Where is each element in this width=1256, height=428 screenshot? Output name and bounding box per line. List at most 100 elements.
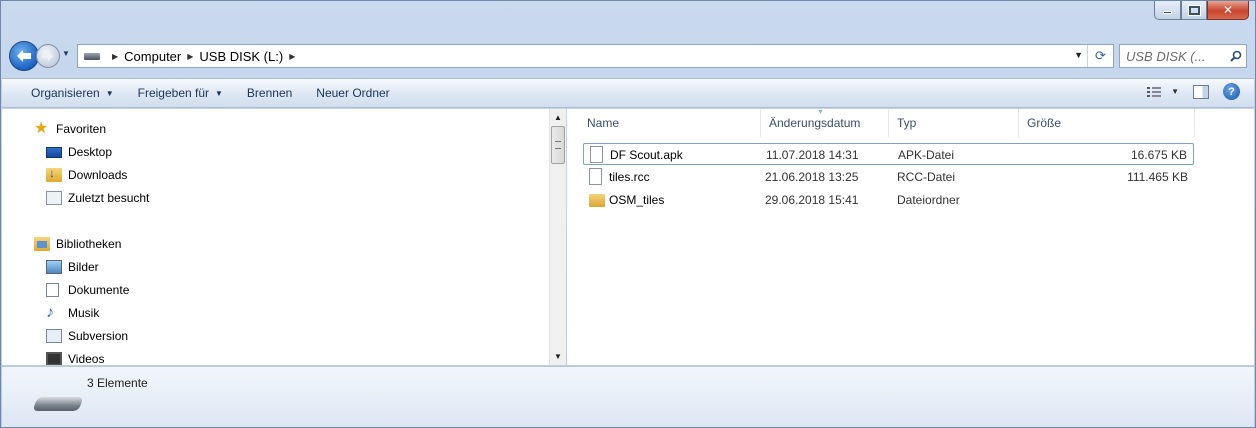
nav-item-pictures[interactable]: Bilder — [46, 260, 99, 274]
file-size: 16.675 KB — [1130, 148, 1187, 162]
documents-library-icon — [46, 283, 59, 297]
close-icon: ✕ — [1222, 3, 1234, 17]
nav-item-label: Videos — [68, 352, 105, 365]
nav-item-documents[interactable]: Dokumente — [46, 283, 129, 297]
search-input[interactable]: USB DISK (... — [1119, 44, 1247, 68]
file-name: DF Scout.apk — [610, 148, 683, 162]
share-with-button[interactable]: Freigeben für ▼ — [126, 86, 235, 100]
nav-item-videos[interactable]: Videos — [46, 352, 104, 365]
navigation-pane: ★ Favoriten Desktop Downloads Zuletzt be… — [2, 109, 566, 365]
folder-icon — [589, 194, 605, 207]
file-list-pane: Name ▼ Änderungsdatum Typ Größe DF Scout… — [567, 109, 1254, 365]
column-header-label: Typ — [897, 116, 917, 130]
search-placeholder: USB DISK (... — [1126, 48, 1206, 64]
file-row[interactable]: DF Scout.apk 11.07.2018 14:31 APK-Datei … — [583, 143, 1194, 165]
nav-item-subversion[interactable]: Subversion — [46, 329, 128, 343]
file-row[interactable]: OSM_tiles 29.06.2018 15:41 Dateiordner — [583, 189, 1194, 211]
organize-label: Organisieren — [31, 86, 100, 100]
search-icon[interactable] — [1226, 50, 1246, 62]
file-icon — [589, 168, 602, 185]
minimize-button[interactable] — [1154, 1, 1181, 20]
pictures-library-icon — [46, 260, 62, 274]
view-details-icon — [1147, 86, 1162, 97]
column-header-label: Änderungsdatum — [769, 116, 861, 130]
nav-libraries[interactable]: Bibliotheken — [34, 237, 121, 251]
burn-button[interactable]: Brennen — [235, 86, 304, 100]
column-header-name[interactable]: Name — [579, 109, 761, 137]
column-header-type[interactable]: Typ — [889, 109, 1019, 137]
file-date: 21.06.2018 13:25 — [765, 170, 859, 184]
burn-label: Brennen — [246, 86, 293, 100]
nav-item-desktop[interactable]: Desktop — [46, 145, 112, 159]
preview-pane-button[interactable] — [1193, 84, 1209, 99]
breadcrumb-computer[interactable]: Computer — [124, 49, 181, 64]
column-header-size[interactable]: Größe — [1019, 109, 1195, 137]
star-icon: ★ — [34, 120, 49, 137]
nav-item-label: Musik — [68, 306, 100, 320]
navigation-pane-scrollbar[interactable]: ▲ ▼ — [549, 109, 566, 365]
nav-item-label: Downloads — [68, 168, 128, 182]
maximize-button[interactable] — [1181, 1, 1207, 20]
nav-item-music[interactable]: ♪ Musik — [46, 304, 100, 321]
item-count: 3 Elemente — [87, 376, 148, 390]
sort-indicator-icon: ▼ — [817, 109, 824, 116]
drive-icon — [84, 52, 100, 60]
maximize-icon — [1187, 4, 1201, 16]
caption-buttons: ✕ — [1154, 1, 1249, 20]
nav-item-downloads[interactable]: Downloads — [46, 166, 128, 182]
close-button[interactable]: ✕ — [1207, 1, 1249, 20]
forward-button[interactable] — [36, 44, 60, 68]
address-history-dropdown[interactable]: ▼ — [1074, 50, 1083, 60]
details-pane: 3 Elemente — [2, 366, 1254, 427]
command-bar: Organisieren ▼ Freigeben für ▼ Brennen Neu… — [2, 78, 1254, 108]
toolbar-right-group: ▼ ? — [1147, 83, 1240, 100]
column-header-date-modified[interactable]: ▼ Änderungsdatum — [761, 109, 889, 137]
chevron-down-icon: ▼ — [105, 88, 114, 98]
file-icon — [590, 146, 603, 163]
nav-item-recent-places[interactable]: Zuletzt besucht — [46, 191, 149, 205]
file-size: 111.465 KB — [1127, 170, 1188, 184]
new-folder-button[interactable]: Neuer Ordner — [304, 86, 401, 100]
downloads-folder-icon — [46, 166, 62, 182]
file-type: RCC-Datei — [897, 170, 956, 184]
breadcrumb-usb-disk[interactable]: USB DISK (L:) — [199, 49, 283, 64]
scroll-up-icon[interactable]: ▲ — [550, 109, 566, 126]
column-header-label: Name — [587, 116, 620, 130]
chevron-down-icon: ▼ — [1171, 87, 1179, 96]
share-with-label: Freigeben für — [137, 86, 209, 100]
change-view-button[interactable]: ▼ — [1147, 86, 1179, 98]
file-name: tiles.rcc — [609, 170, 650, 184]
breadcrumb-separator-icon[interactable]: ▶ — [187, 52, 193, 61]
nav-item-label: Dokumente — [68, 283, 130, 297]
column-header-label: Größe — [1027, 116, 1062, 130]
file-row[interactable]: tiles.rcc 21.06.2018 13:25 RCC-Datei 111… — [583, 166, 1194, 188]
nav-item-label: Bilder — [68, 260, 99, 274]
scroll-down-icon[interactable]: ▼ — [550, 348, 566, 365]
file-type: Dateiordner — [897, 193, 960, 207]
nav-favorites[interactable]: ★ Favoriten — [34, 120, 106, 137]
refresh-button[interactable]: ⟳ — [1087, 45, 1113, 67]
nav-item-label: Zuletzt besucht — [68, 191, 150, 205]
breadcrumb-separator-icon[interactable]: ▶ — [289, 52, 295, 61]
recent-pages-dropdown[interactable]: ▼ — [62, 49, 70, 58]
music-library-icon: ♪ — [46, 304, 54, 321]
explorer-window: ✕ ▼ ▶ Computer ▶ USB DISK (L:) ▶ ▼ ⟳ USB… — [0, 0, 1256, 428]
address-bar[interactable]: ▶ Computer ▶ USB DISK (L:) ▶ ▼ ⟳ — [77, 44, 1114, 68]
nav-item-label: Desktop — [68, 145, 113, 159]
breadcrumb-separator-icon[interactable]: ▶ — [112, 52, 118, 61]
arrow-right-icon — [42, 51, 53, 61]
videos-library-icon — [46, 352, 62, 365]
back-button[interactable] — [9, 41, 39, 71]
help-icon[interactable]: ? — [1223, 83, 1240, 100]
scrollbar-thumb[interactable] — [551, 126, 565, 164]
navigation-row: ▼ ▶ Computer ▶ USB DISK (L:) ▶ ▼ ⟳ USB D… — [9, 39, 1249, 71]
usb-drive-icon — [32, 397, 84, 411]
minimize-icon — [1163, 11, 1172, 14]
file-type: APK-Datei — [898, 148, 955, 162]
refresh-icon: ⟳ — [1095, 48, 1106, 63]
file-name: OSM_tiles — [609, 193, 665, 207]
desktop-icon — [46, 146, 62, 158]
scrollbar-grip — [555, 141, 561, 149]
organize-button[interactable]: Organisieren ▼ — [2, 86, 126, 100]
arrow-left-icon — [17, 50, 31, 62]
